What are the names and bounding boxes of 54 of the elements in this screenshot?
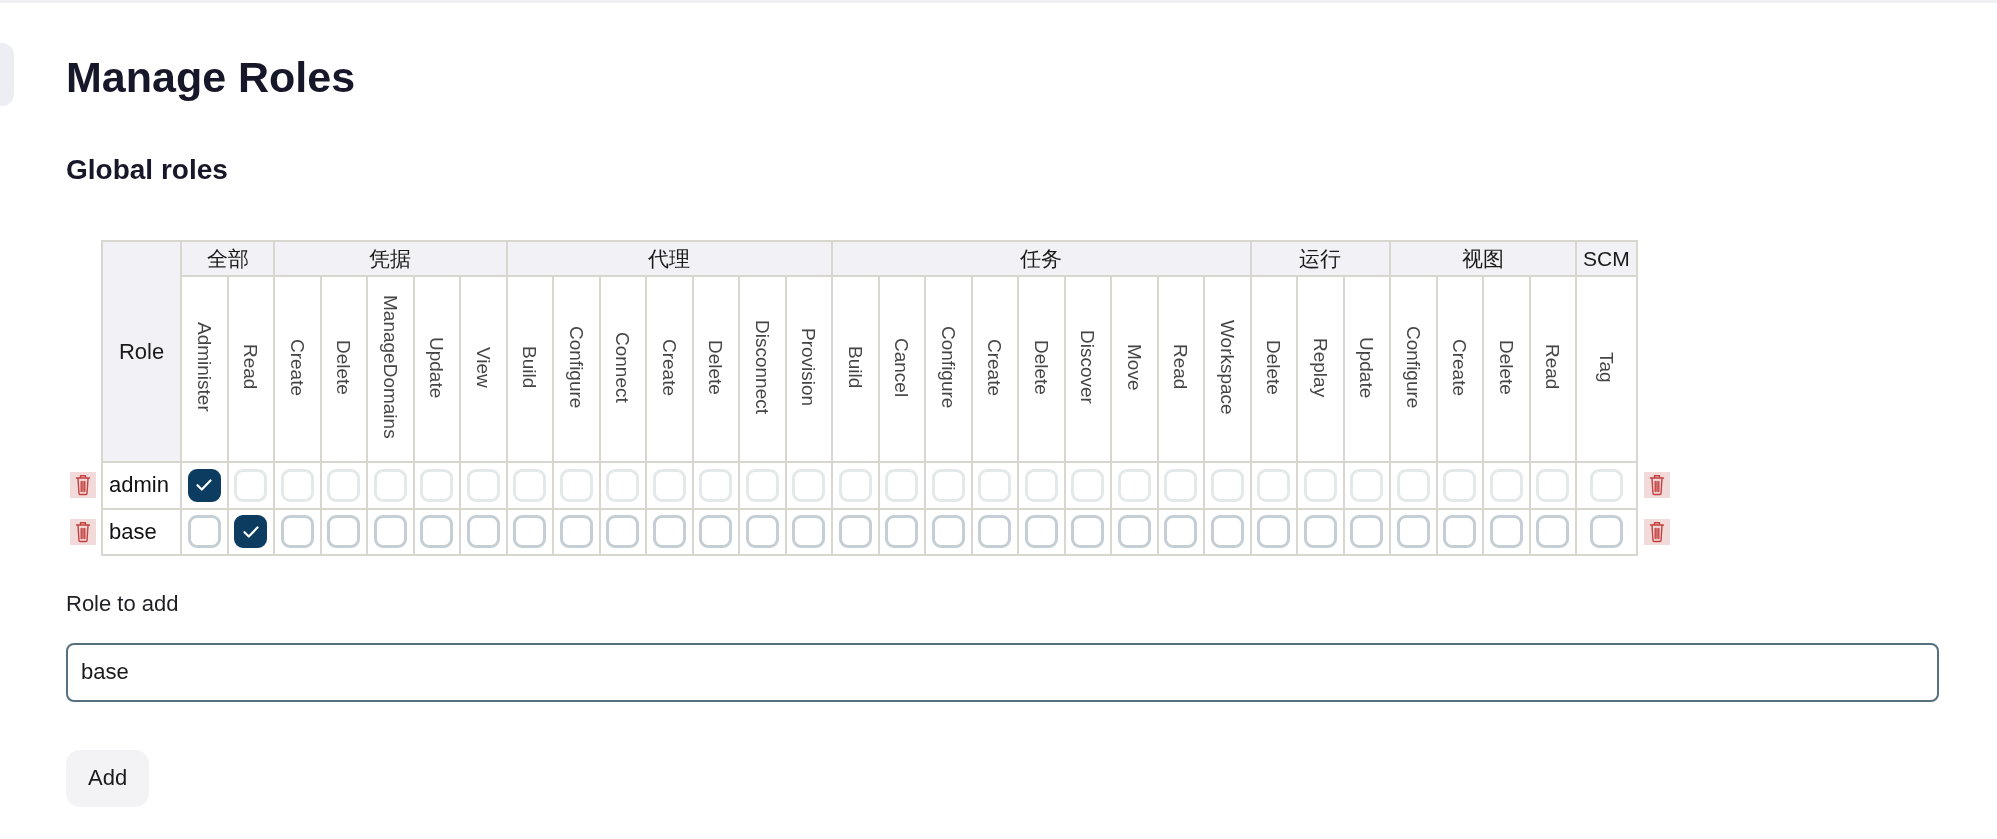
permission-header: Cancel [878, 276, 925, 463]
permission-header: Update [413, 276, 460, 463]
role-name: admin [102, 462, 181, 509]
permission-header: Delete [692, 276, 739, 463]
trash-icon[interactable] [70, 472, 96, 499]
permission-header: Delete [1483, 276, 1530, 463]
field-label: Role to add [66, 591, 180, 618]
permission-header: Workspace [1204, 276, 1251, 463]
column-group-header: SCM [1576, 241, 1637, 277]
permission-header: Create [274, 276, 321, 463]
column-group-header: 全部 [181, 241, 274, 277]
permission-header: Replay [1297, 276, 1344, 463]
permission-header: Read [1157, 276, 1204, 463]
permission-header: Configure [1390, 276, 1437, 463]
permission-header: Connect [599, 276, 646, 463]
checkbox[interactable] [234, 515, 268, 549]
permission-header: View [460, 276, 507, 463]
column-header: Role [102, 241, 181, 463]
permission-header: Configure [553, 276, 600, 463]
permission-header: ManageDomains [367, 276, 414, 463]
permission-header: Build [506, 276, 553, 463]
role-name-input[interactable]: base [66, 642, 1939, 702]
permission-header: Provision [785, 276, 832, 463]
permission-header: Update [1343, 276, 1390, 463]
permission-header: Delete [1250, 276, 1297, 463]
permission-header: Read [1529, 276, 1576, 463]
section-title: Global roles [66, 152, 229, 187]
permission-header: Discover [1064, 276, 1111, 463]
column-group-header: 运行 [1250, 241, 1390, 277]
permission-header: Configure [925, 276, 972, 463]
column-group-header: 凭据 [274, 241, 507, 277]
column-group-header: 任务 [832, 241, 1251, 277]
permission-header: Build [832, 276, 879, 463]
role-name: base [102, 508, 181, 556]
page-title: Manage Roles [66, 52, 357, 103]
trash-icon[interactable] [1643, 472, 1670, 499]
permission-header: Create [646, 276, 693, 463]
add-button[interactable]: Add [66, 749, 150, 807]
column-group-header: 视图 [1390, 241, 1576, 277]
permission-header: Create [1436, 276, 1483, 463]
permission-header: Disconnect [739, 276, 786, 463]
checkbox[interactable] [187, 468, 221, 502]
permission-header: Read [227, 276, 274, 463]
checkmark-icon [196, 479, 213, 492]
checkmark-icon [242, 525, 259, 538]
permission-header: Delete [1018, 276, 1065, 463]
permission-header: Move [1111, 276, 1158, 463]
permission-header: Delete [320, 276, 367, 463]
trash-icon[interactable] [1643, 518, 1670, 545]
column-group-header: 代理 [506, 241, 832, 277]
permission-header: Administer [181, 276, 228, 463]
permission-header: Create [971, 276, 1018, 463]
trash-icon[interactable] [70, 518, 96, 545]
permission-header: Tag [1576, 276, 1637, 463]
